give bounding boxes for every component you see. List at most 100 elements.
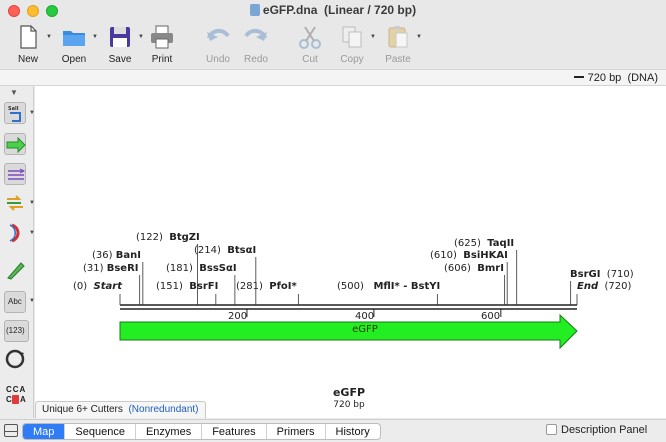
sequence-length: 720 bp <box>333 400 365 410</box>
numbering-label: (123) <box>6 326 25 335</box>
print-button[interactable]: Print <box>140 22 184 66</box>
redo-label: Redo <box>244 54 268 65</box>
site-btsai[interactable]: (214) BtsαI <box>194 245 256 256</box>
site-pfoi-pos: (281) <box>236 281 263 292</box>
cutter-mode[interactable]: (Nonredundant) <box>128 404 198 415</box>
site-taqii[interactable]: (625) TaqII <box>454 238 514 249</box>
orf-tool[interactable] <box>4 192 26 214</box>
site-btsai-pos: (214) <box>194 245 221 256</box>
site-bseri[interactable]: (31) BseRI <box>83 263 139 274</box>
main-toolbar: ▼ New ▼ Open ▼ Save Print Undo Redo Cut … <box>0 20 666 68</box>
site-end-name: End <box>577 281 599 292</box>
cutter-label: Unique 6+ Cutters <box>42 404 123 415</box>
title-bar: eGFP.dna (Linear / 720 bp) <box>0 0 666 20</box>
new-button[interactable]: ▼ New <box>6 22 52 66</box>
tab-primers[interactable]: Primers <box>267 424 326 439</box>
tab-history[interactable]: History <box>326 424 380 439</box>
site-bsrgi-name: BsrGI <box>570 269 601 280</box>
site-bsssai[interactable]: (181) BssSαI <box>166 263 237 274</box>
left-tool-column: ▼ SalI ▼ ▼ ▼ Abc ▼ (123) CCA C A <box>0 86 35 418</box>
collapse-tools-icon[interactable]: ▼ <box>10 88 18 97</box>
cca-bottom-left: C <box>6 395 12 404</box>
paste-dropdown-icon[interactable]: ▼ <box>416 34 422 40</box>
clipboard-icon <box>388 26 408 48</box>
site-bsrfi[interactable]: (151) BsrFI <box>156 281 218 292</box>
site-bmri-pos: (606) <box>444 263 471 274</box>
copy-button[interactable]: ▼ Copy <box>330 22 376 66</box>
linear-sequence-icon <box>573 76 584 78</box>
site-btgzi[interactable]: (122) BtgZI <box>136 232 200 243</box>
tab-map[interactable]: Map <box>23 424 66 439</box>
site-btsai-name: BtsαI <box>227 245 257 256</box>
paste-button[interactable]: ▼ Paste <box>376 22 422 66</box>
site-bsihkai-name: BsiHKAI <box>463 250 508 261</box>
save-label: Save <box>108 54 132 65</box>
primer-tool[interactable] <box>4 163 26 185</box>
site-bsrgi-pos: (710) <box>606 269 634 280</box>
status-strip: 720 bp (DNA) <box>0 69 666 86</box>
pen-tool[interactable] <box>4 259 26 281</box>
view-tabs: Map Sequence Enzymes Features Primers Hi… <box>22 423 381 440</box>
abc-label: Abc <box>8 297 22 306</box>
primer-lines-icon <box>8 168 26 180</box>
site-bsssai-name: BssSαI <box>199 263 237 274</box>
printer-icon <box>151 25 173 49</box>
copy-label: Copy <box>340 54 364 65</box>
site-btgzi-name: BtgZI <box>169 232 200 243</box>
site-bsssai-pos: (181) <box>166 263 193 274</box>
status-length: 720 bp <box>587 72 622 84</box>
translation-bracket-icon <box>9 223 20 243</box>
site-bseri-pos: (31) <box>83 263 104 274</box>
translation-tool[interactable] <box>4 222 26 244</box>
split-panel-icon[interactable] <box>4 424 18 437</box>
open-button[interactable]: ▼ Open <box>52 22 98 66</box>
site-bani-name: BanI <box>115 250 141 261</box>
document-icon <box>249 4 260 16</box>
new-label: New <box>17 54 38 65</box>
redo-arrow-icon <box>244 29 267 41</box>
bottom-tab-bar: Map Sequence Enzymes Features Primers Hi… <box>0 419 666 442</box>
window-subtitle: (Linear / 720 bp) <box>324 3 417 17</box>
circle-icon <box>5 349 25 369</box>
site-bsrgi[interactable]: BsrGI (710) <box>570 269 634 280</box>
ruler-tick-200: 200 <box>228 311 248 322</box>
status-type: (DNA) <box>627 72 658 84</box>
site-start[interactable]: (0) Start <box>73 281 122 292</box>
site-bsihkai-pos: (610) <box>430 250 457 261</box>
site-mfli-pos: (500) <box>337 281 364 292</box>
sequence-name: eGFP <box>332 386 366 399</box>
cca-bottom-right: A <box>20 395 26 404</box>
save-button[interactable]: ▼ Save <box>98 22 144 66</box>
circular-view-tool[interactable] <box>4 348 26 370</box>
site-taqii-pos: (625) <box>454 238 481 249</box>
cut-label: Cut <box>302 54 318 65</box>
ruler-tick-600: 600 <box>481 311 501 322</box>
cutter-mode-tab[interactable]: Unique 6+ Cutters (Nonredundant) <box>35 401 206 418</box>
numbering-tool[interactable]: (123) <box>4 320 29 342</box>
description-panel-label: Description Panel <box>561 424 648 436</box>
description-panel-toggle[interactable]: Description Panel <box>546 424 647 436</box>
redo-button[interactable]: Redo <box>234 22 278 66</box>
text-label-tool[interactable]: Abc <box>4 291 26 313</box>
map-canvas[interactable]: (0) Start (31) BseRI (36) BanI (122) Btg… <box>35 86 666 418</box>
site-mfli-bstyi[interactable]: (500) MflI* - BstYI <box>337 281 440 292</box>
tab-enzymes[interactable]: Enzymes <box>136 424 203 439</box>
description-panel-checkbox[interactable] <box>546 424 557 435</box>
site-taqii-name: TaqII <box>487 238 515 249</box>
site-bsrfi-name: BsrFI <box>189 281 219 292</box>
sequence-view-tool[interactable]: CCA C A <box>4 384 26 410</box>
site-bani-pos: (36) <box>92 250 113 261</box>
site-bsihkai[interactable]: (610) BsiHKAI <box>430 250 508 261</box>
cut-button[interactable]: Cut <box>288 22 332 66</box>
feature-tool[interactable] <box>4 133 26 155</box>
floppy-disk-icon <box>110 27 130 47</box>
enzyme-site-tool[interactable]: SalI <box>4 102 26 124</box>
site-end-pos: (720) <box>604 281 632 292</box>
feature-arrow-icon <box>6 136 26 154</box>
site-pfoi[interactable]: (281) PfoI* <box>236 281 297 292</box>
site-bmri[interactable]: (606) BmrI <box>444 263 504 274</box>
tab-sequence[interactable]: Sequence <box>65 424 136 439</box>
site-end[interactable]: End (720) <box>577 281 631 292</box>
site-bani[interactable]: (36) BanI <box>92 250 141 261</box>
tab-features[interactable]: Features <box>202 424 267 439</box>
